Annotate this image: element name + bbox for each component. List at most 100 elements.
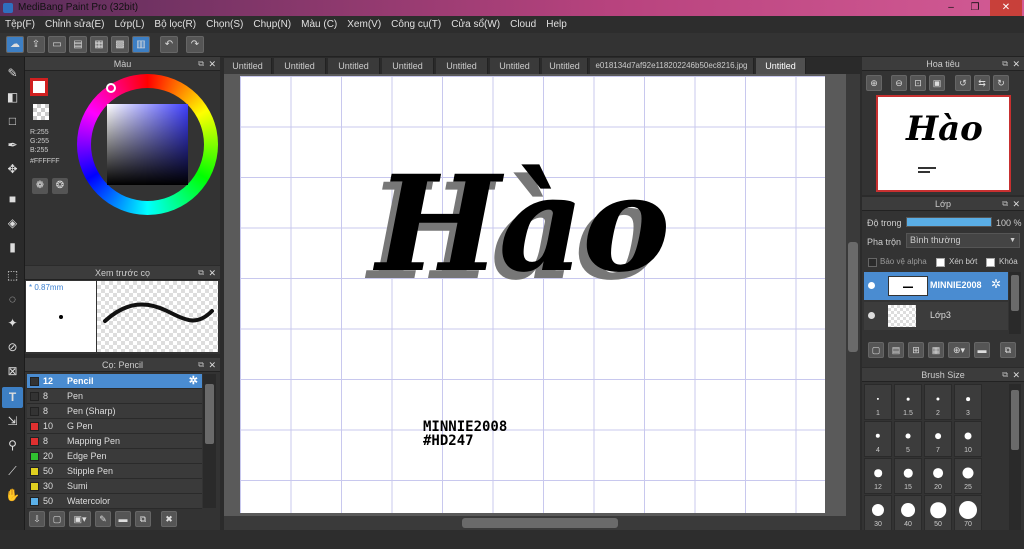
brush-item[interactable]: 20 Edge Pen	[27, 449, 202, 464]
doc-tab[interactable]: Untitled	[490, 58, 540, 74]
zoom-out-icon[interactable]: ⊖	[891, 75, 907, 91]
opacity-slider[interactable]	[906, 217, 992, 227]
brush-size-cell[interactable]: 40	[894, 495, 922, 531]
menu-edit[interactable]: Chỉnh sửa(E)	[40, 16, 110, 33]
transparent-swatch[interactable]	[33, 104, 49, 120]
merge-layer-icon[interactable]: ⊞	[908, 342, 924, 358]
doc-tab[interactable]: e018134d7af92e118202246b50ec8216.jpg	[590, 58, 754, 74]
close-icon[interactable]: ✕	[208, 57, 216, 71]
scrollbar-thumb[interactable]	[848, 242, 858, 352]
close-icon[interactable]: ✕	[208, 358, 216, 372]
select-eraser-icon[interactable]: ⊠	[2, 361, 23, 382]
doc-tab[interactable]: Untitled	[224, 58, 272, 74]
drawing-canvas[interactable]: Hào Hào MINNIE2008 #HD247	[240, 76, 825, 513]
redo-icon[interactable]: ↷	[186, 36, 204, 53]
brush-size-cell[interactable]: 1	[864, 384, 892, 420]
actual-size-icon[interactable]: ▣	[929, 75, 945, 91]
canvas-horizontal-scrollbar[interactable]	[224, 516, 860, 530]
menu-snap[interactable]: Chụp(N)	[248, 16, 296, 33]
scrollbar-thumb[interactable]	[1011, 275, 1019, 311]
brush-size-cell[interactable]: 3	[954, 384, 982, 420]
clip-checkbox[interactable]	[936, 258, 945, 267]
blend-mode-select[interactable]: Bình thường ▼	[906, 233, 1020, 248]
folder-icon[interactable]: ▬	[974, 342, 990, 358]
brush-size-cell[interactable]: 4	[864, 421, 892, 457]
doc-tab[interactable]: Untitled	[542, 58, 588, 74]
menu-view[interactable]: Xem(V)	[342, 16, 386, 33]
lock-checkbox[interactable]	[986, 258, 995, 267]
doc-tab-active[interactable]: Untitled	[756, 58, 806, 74]
brush-item[interactable]: 30 Sumi	[27, 479, 202, 494]
panel-layout-icon[interactable]: ▥	[132, 36, 150, 53]
folder-icon[interactable]: ▬	[115, 511, 131, 527]
hue-wheel[interactable]	[77, 74, 218, 215]
lasso-tool-icon[interactable]: ◌	[2, 289, 23, 310]
layer-row[interactable]: Lớp3	[864, 302, 1008, 330]
doc-tab[interactable]: Untitled	[328, 58, 380, 74]
flip-icon[interactable]: ⇆	[974, 75, 990, 91]
protect-alpha-checkbox[interactable]	[868, 258, 877, 267]
brush-size-cell[interactable]: 20	[924, 458, 952, 494]
visibility-icon[interactable]	[868, 282, 875, 289]
menu-layer[interactable]: Lớp(L)	[110, 16, 150, 33]
close-button[interactable]: ✕	[990, 0, 1022, 16]
new-brush-icon[interactable]: ▢	[49, 511, 65, 527]
menu-window[interactable]: Cửa sổ(W)	[446, 16, 505, 33]
palette-icon[interactable]: ❁	[32, 178, 48, 194]
eyedropper-icon[interactable]: ⚲	[2, 435, 23, 456]
canvas-vertical-scrollbar[interactable]	[846, 74, 860, 516]
fill-rect-icon[interactable]: ■	[2, 189, 23, 210]
scrollbar-thumb[interactable]	[205, 384, 214, 444]
menu-help[interactable]: Help	[541, 16, 572, 33]
menu-filter[interactable]: Bộ lọc(R)	[149, 16, 201, 33]
zoom-in-icon[interactable]: ⊕	[866, 75, 882, 91]
cloud-icon[interactable]: ☁	[6, 36, 24, 53]
menu-color[interactable]: Màu (C)	[296, 16, 342, 33]
primary-color-swatch[interactable]	[30, 78, 48, 96]
scrollbar-thumb[interactable]	[1011, 390, 1019, 450]
brush-item[interactable]: 8 Pen (Sharp)	[27, 404, 202, 419]
trash-icon[interactable]: ✖	[161, 511, 177, 527]
text-tool-icon[interactable]: T	[2, 387, 23, 408]
brush-tool-icon[interactable]: ✎	[2, 63, 23, 84]
brush-size-cell[interactable]: 70	[954, 495, 982, 531]
undo-icon[interactable]: ↶	[160, 36, 178, 53]
brush-size-cell[interactable]: 7	[924, 421, 952, 457]
brush-size-cell[interactable]: 5	[894, 421, 922, 457]
minimize-button[interactable]: –	[940, 0, 962, 16]
brush-list-scrollbar[interactable]	[203, 374, 216, 508]
shape-tool-icon[interactable]: □	[2, 111, 23, 132]
scrollbar-thumb[interactable]	[462, 518, 618, 528]
brush-size-scrollbar[interactable]	[1009, 384, 1021, 530]
menu-file[interactable]: Tệp(F)	[0, 16, 40, 33]
menu-cloud[interactable]: Cloud	[505, 16, 541, 33]
brush-edit-icon[interactable]: ✎	[95, 511, 111, 527]
close-icon[interactable]: ✕	[1012, 197, 1020, 211]
close-icon[interactable]: ✕	[208, 266, 216, 280]
move-tool-icon[interactable]: ✥	[2, 159, 23, 180]
brush-item[interactable]: 8 Pen	[27, 389, 202, 404]
rotate-reset-icon[interactable]: ↻	[993, 75, 1009, 91]
popout-icon[interactable]: ⧉	[1002, 368, 1008, 382]
grid-icon[interactable]: ▩	[111, 36, 129, 53]
speech-icon[interactable]: ▤	[69, 36, 87, 53]
pen-tool-icon[interactable]: ✒	[2, 135, 23, 156]
brush-item-selected[interactable]: 12 Pencil ✲	[27, 374, 202, 389]
brush-size-cell[interactable]: 25	[954, 458, 982, 494]
navigator-thumbnail[interactable]: Hào	[876, 95, 1011, 192]
popout-icon[interactable]: ⧉	[198, 358, 204, 372]
gear-icon[interactable]: ✲	[991, 277, 1001, 291]
maximize-button[interactable]: ❐	[964, 0, 986, 16]
close-icon[interactable]: ✕	[1012, 368, 1020, 382]
gradient-tool-icon[interactable]: ▮	[2, 237, 23, 258]
brush-size-cell[interactable]: 10	[954, 421, 982, 457]
brush-item[interactable]: 8 Mapping Pen	[27, 434, 202, 449]
bucket-tool-icon[interactable]: ◈	[2, 213, 23, 234]
brush-size-cell[interactable]: 2	[924, 384, 952, 420]
add-layer-icon[interactable]: ⊕▾	[948, 342, 970, 358]
brush-size-cell[interactable]: 12	[864, 458, 892, 494]
menu-tools[interactable]: Công cụ(T)	[386, 16, 446, 33]
close-icon[interactable]: ✕	[1012, 57, 1020, 71]
eraser-tool-icon[interactable]: ◧	[2, 87, 23, 108]
fit-icon[interactable]: ⊡	[910, 75, 926, 91]
